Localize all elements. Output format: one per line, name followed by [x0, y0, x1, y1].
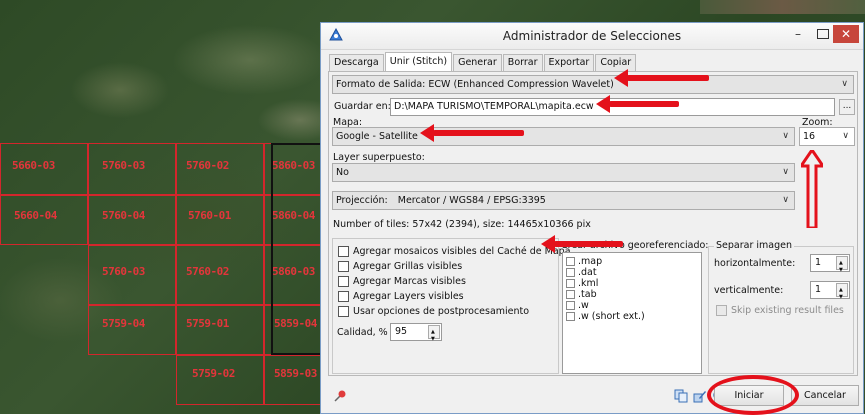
tile-label: 5859-03 [274, 367, 317, 380]
layer-label: Layer superpuesto: [333, 152, 425, 163]
chevron-down-icon: ∨ [782, 195, 789, 205]
tile-label: 5760-03 [102, 159, 145, 172]
vertical-spinner[interactable]: 1 [810, 281, 850, 305]
tile-label: 5760-02 [186, 159, 229, 172]
tile-label: 5759-01 [186, 317, 229, 330]
stitch-panel: Formato de Salida: ECW (Enhanced Compres… [328, 71, 858, 376]
tab-descarga[interactable]: Descarga [329, 54, 384, 71]
projection-label: Projección: [336, 195, 388, 206]
georef-dat[interactable]: .dat [566, 267, 597, 278]
spinner-arrows-icon[interactable] [428, 324, 440, 347]
copy-icon[interactable] [674, 389, 688, 403]
selection-manager-window: Administrador de Selecciones – ✕ Descarg… [320, 22, 864, 414]
tile-label: 5759-02 [192, 367, 235, 380]
vertical-value: 1 [815, 284, 822, 295]
tile-label: 5660-04 [14, 209, 57, 222]
quality-label: Calidad, % [337, 327, 388, 338]
split-group: Separar imagen horizontalmente: 1 vertic… [708, 240, 854, 374]
projection-value: Mercator / WGS84 / EPSG:3395 [397, 195, 546, 206]
vertical-label: verticalmente: [714, 285, 784, 296]
cancel-button[interactable]: Cancelar [791, 385, 859, 406]
georef-tab[interactable]: .tab [566, 289, 597, 300]
georef-map[interactable]: .map [566, 256, 602, 267]
horizontal-value: 1 [815, 257, 822, 268]
quality-value: 95 [395, 326, 408, 337]
map-top-strip [700, 0, 865, 14]
checkbox-cache[interactable]: Agregar mosaicos visibles del Caché de M… [338, 246, 571, 257]
checkbox-postprocess[interactable]: Usar opciones de postprocesamiento [338, 306, 529, 317]
edit-icon[interactable] [693, 389, 707, 403]
tab-bar: Descarga Unir (Stitch) Generar Borrar Ex… [329, 52, 637, 72]
format-label: Formato de Salida: [336, 79, 426, 90]
annotation-circle-start [707, 375, 799, 415]
options-group: Agregar mosaicos visibles del Caché de M… [332, 238, 571, 374]
tile-cell [176, 355, 264, 405]
tab-borrar[interactable]: Borrar [502, 54, 543, 71]
browse-button[interactable]: ... [839, 99, 855, 115]
spinner-arrows-icon[interactable] [836, 255, 848, 278]
tile-label: 5760-03 [102, 265, 145, 278]
tile-cell [88, 305, 176, 355]
georef-w-short[interactable]: .w (short ext.) [566, 311, 645, 322]
tile-label: 5759-04 [102, 317, 145, 330]
tab-generar[interactable]: Generar [453, 54, 502, 71]
projection-select[interactable]: Projección: Mercator / WGS84 / EPSG:3395… [332, 191, 795, 210]
spinner-arrows-icon[interactable] [836, 282, 848, 305]
tiles-info: Number of tiles: 57x42 (2394), size: 144… [333, 219, 591, 230]
window-title: Administrador de Selecciones [502, 29, 682, 43]
close-button[interactable]: ✕ [833, 25, 859, 43]
georef-w[interactable]: .w [566, 300, 589, 311]
chevron-down-icon: ∨ [842, 131, 849, 141]
tile-label: 5760-04 [102, 209, 145, 222]
format-value: ECW (Enhanced Compression Wavelet) [428, 79, 614, 90]
tab-unir[interactable]: Unir (Stitch) [384, 52, 453, 71]
map-value: Google - Satellite [336, 131, 418, 142]
map-select[interactable]: Google - Satellite ∨ [332, 127, 795, 146]
layer-select[interactable]: No ∨ [332, 163, 795, 182]
tab-exportar[interactable]: Exportar [543, 54, 595, 71]
chevron-down-icon: ∨ [782, 131, 789, 141]
save-path-label: Guardar en: [334, 101, 391, 112]
tile-cell [176, 305, 264, 355]
tile-label: 5660-03 [12, 159, 55, 172]
minimize-button[interactable]: – [791, 28, 805, 41]
horizontal-spinner[interactable]: 1 [810, 254, 850, 278]
maximize-button[interactable] [817, 29, 829, 39]
tile-label: 5760-02 [186, 265, 229, 278]
chevron-down-icon: ∨ [841, 79, 848, 89]
chevron-down-icon: ∨ [782, 167, 789, 177]
title-bar[interactable]: Administrador de Selecciones – ✕ [321, 23, 863, 50]
pin-icon[interactable] [333, 389, 347, 403]
format-select[interactable]: Formato de Salida: ECW (Enhanced Compres… [332, 75, 854, 94]
checkbox-grids[interactable]: Agregar Grillas visibles [338, 261, 462, 272]
skip-existing-checkbox: Skip existing result files [716, 305, 844, 316]
split-label: Separar imagen [714, 240, 794, 251]
checkbox-marks[interactable]: Agregar Marcas visibles [338, 276, 466, 287]
horizontal-label: horizontalmente: [714, 258, 796, 269]
layer-value: No [336, 167, 349, 178]
zoom-select[interactable]: 16 ∨ [799, 127, 855, 146]
tile-label: 5760-01 [188, 209, 231, 222]
tile-cell [264, 355, 324, 405]
annotation-arrow-zoom [801, 150, 823, 228]
georef-kml[interactable]: .kml [566, 278, 598, 289]
checkbox-layers[interactable]: Agregar Layers visibles [338, 291, 464, 302]
quality-spinner[interactable]: 95 [390, 323, 442, 347]
zoom-value: 16 [803, 131, 816, 142]
georef-list: .map .dat .kml .tab .w .w (short ext.) [562, 252, 702, 374]
